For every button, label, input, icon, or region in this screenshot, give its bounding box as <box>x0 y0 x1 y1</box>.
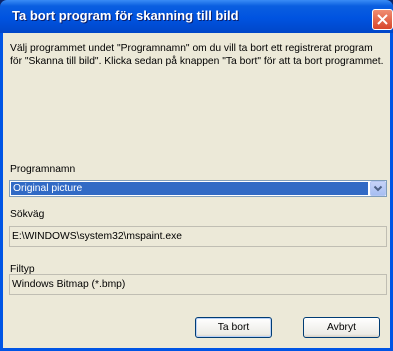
remove-button[interactable]: Ta bort <box>195 317 272 338</box>
path-field: E:\WINDOWS\system32\mspaint.exe <box>9 226 387 247</box>
path-label: Sökväg <box>10 209 45 220</box>
program-name-label: Programnamn <box>10 164 76 175</box>
program-name-dropdown[interactable]: Original picture <box>9 180 387 197</box>
dialog-body: Välj programmet undet "Programnamn" om d… <box>3 33 390 348</box>
close-icon <box>377 14 388 25</box>
dropdown-button[interactable] <box>370 181 386 196</box>
dialog-window: Ta bort program för skanning till bild V… <box>0 0 393 351</box>
cancel-button[interactable]: Avbryt <box>303 317 380 338</box>
window-title: Ta bort program för skanning till bild <box>12 8 239 23</box>
filetype-field: Windows Bitmap (*.bmp) <box>9 274 387 295</box>
chevron-down-icon <box>373 185 383 192</box>
close-button[interactable] <box>372 9 393 30</box>
instruction-text: Välj programmet undet "Programnamn" om d… <box>10 43 384 67</box>
program-name-selected: Original picture <box>11 182 368 195</box>
title-bar[interactable]: Ta bort program för skanning till bild <box>0 0 393 33</box>
